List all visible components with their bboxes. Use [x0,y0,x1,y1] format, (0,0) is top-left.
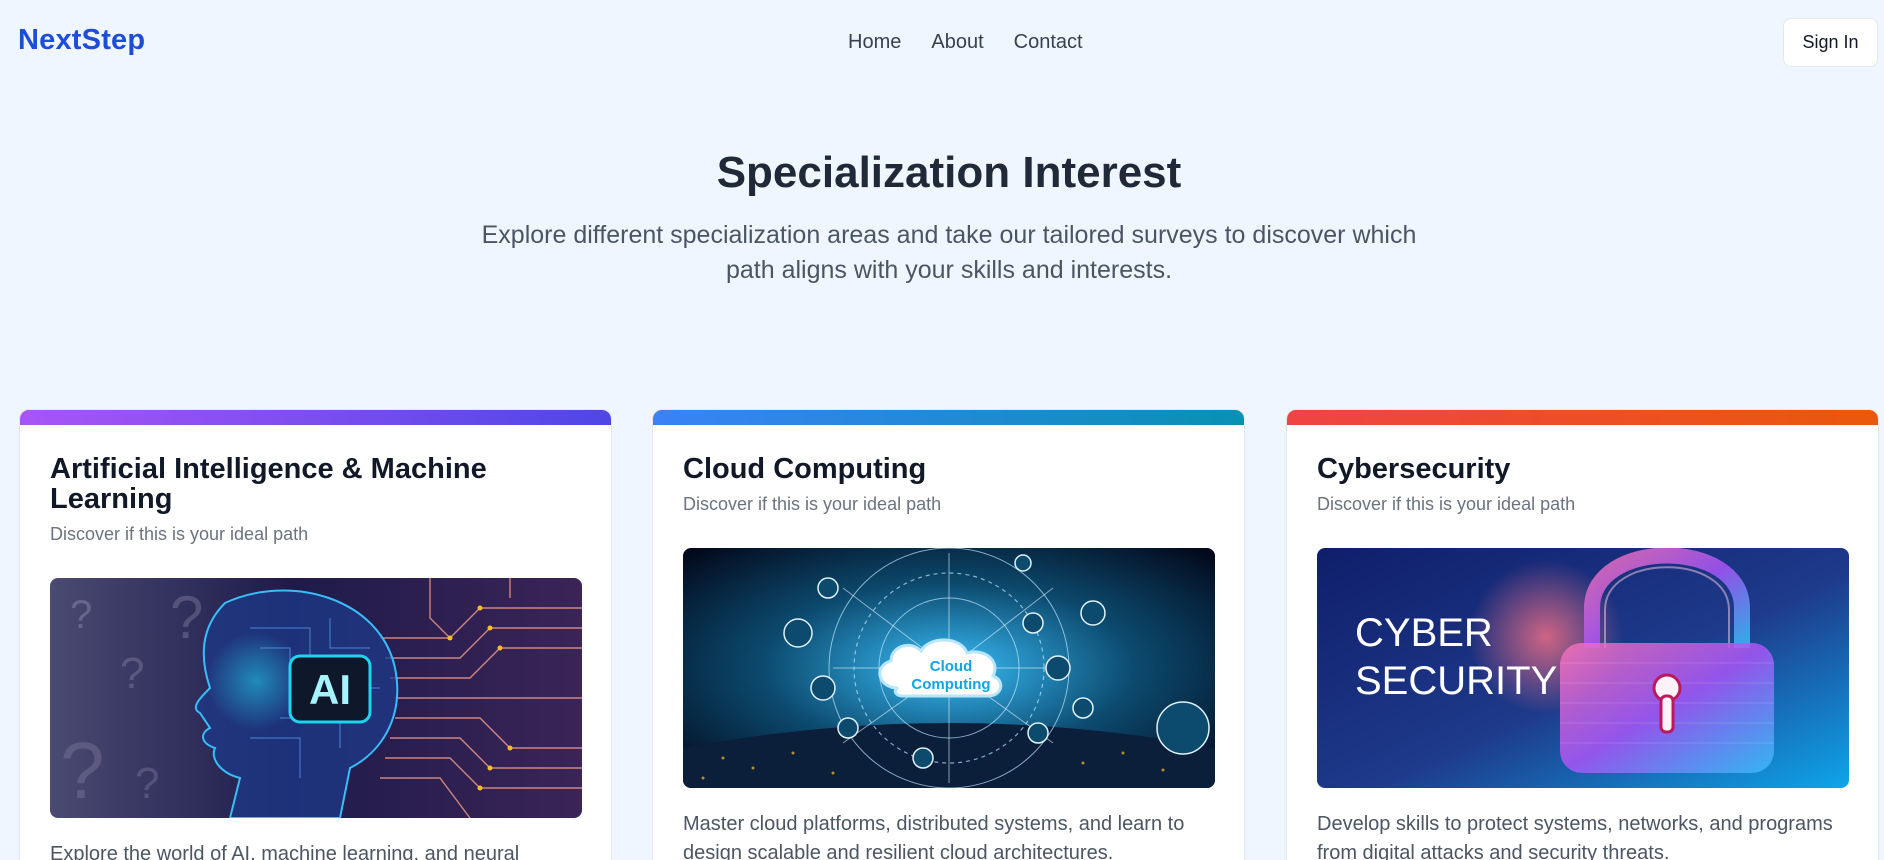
card-description: Explore the world of AI, machine learnin… [50,843,520,860]
cloud-label-line1: Cloud [930,658,973,675]
card-accent-bar [20,410,611,425]
card-accent-bar [653,410,1244,425]
card-title: Cybersecurity [1317,453,1511,485]
specialization-card-cloud-computing[interactable]: Cloud Computing Discover if this is your… [652,409,1245,860]
cybersecurity-image: CYBER SECURITY [1317,548,1849,788]
card-accent-bar [1287,410,1878,425]
sign-in-button[interactable]: Sign In [1783,18,1878,67]
svg-text:?: ? [70,593,92,637]
ai-ml-image: ? ? ? ? ? AI [50,578,582,818]
brand-logo[interactable]: NextStep [18,24,145,57]
cloud-computing-image: Cloud Computing [683,548,1215,788]
card-title: Artificial Intelligence & Machine Learni… [50,453,487,515]
cyber-label-line2: SECURITY [1355,659,1557,703]
ai-chip-label: AI [309,666,351,713]
nav-link-about[interactable]: About [931,31,983,54]
specialization-card-cybersecurity[interactable]: Cybersecurity Discover if this is your i… [1286,409,1879,860]
card-description: Develop skills to protect systems, netwo… [1317,813,1833,860]
svg-text:?: ? [135,759,159,808]
specialization-card-ai-ml[interactable]: Artificial Intelligence & Machine Learni… [19,409,612,860]
cyber-label-line1: CYBER [1355,611,1493,655]
main-nav: Home About Contact [848,31,1083,54]
nav-link-contact[interactable]: Contact [1014,31,1083,54]
top-navigation-bar: NextStep Home About Contact Sign In [0,0,1884,86]
page-title: Specialization Interest [716,148,1182,197]
page-subtitle: Explore different specialization areas a… [481,221,1417,284]
svg-text:?: ? [170,584,203,651]
card-tagline: Discover if this is your ideal path [683,494,942,514]
cloud-label-line2: Computing [911,676,990,693]
card-tagline: Discover if this is your ideal path [1317,494,1576,514]
nav-link-home[interactable]: Home [848,31,901,54]
card-description: Master cloud platforms, distributed syst… [683,813,1185,860]
svg-text:?: ? [120,649,144,698]
card-tagline: Discover if this is your ideal path [50,524,309,544]
svg-text:?: ? [60,726,105,815]
card-title: Cloud Computing [683,453,927,485]
